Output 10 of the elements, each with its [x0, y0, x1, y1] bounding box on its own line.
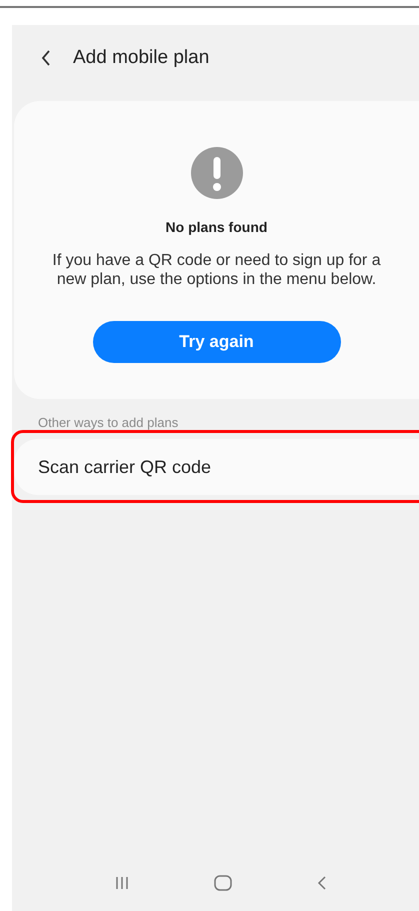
section-label: Other ways to add plans — [38, 415, 180, 430]
back-icon[interactable] — [41, 50, 51, 66]
card-message: If you have a QR code or need to sign up for a new plan, use the options in the menu below. — [51, 251, 382, 289]
card-title: No plans found — [166, 219, 268, 235]
home-icon[interactable] — [214, 875, 232, 891]
menu-item[interactable]: Scan carrier QR code — [14, 439, 419, 495]
exclamation-icon — [190, 147, 242, 199]
try-again-button[interactable]: Try again — [92, 321, 340, 363]
screen-title: Add mobile plan — [73, 47, 210, 69]
recent-apps-icon[interactable] — [114, 876, 128, 890]
